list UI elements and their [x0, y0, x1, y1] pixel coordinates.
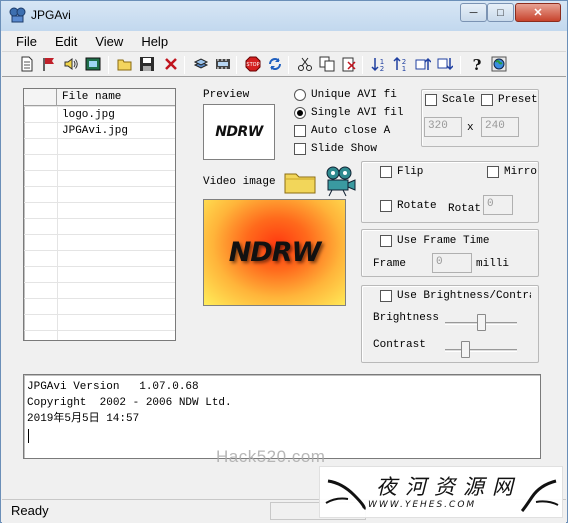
column-file-name[interactable]: File name [62, 91, 121, 103]
app-window: JPGAvi ─ □ ✕ File Edit View Help STOP 12… [0, 0, 568, 523]
preset-checkbox[interactable]: Preset [481, 94, 538, 106]
scale-width-input[interactable]: 320 [424, 117, 462, 137]
site-logo-badge: 夜河资源网 WWW.YEHES.COM [319, 466, 563, 518]
preview-logo-text: NDRW [215, 124, 263, 140]
save-icon[interactable] [138, 55, 156, 73]
video-image-preview: NDRW [203, 199, 346, 306]
scale-x-label: x [467, 122, 474, 134]
scale-height-input[interactable]: 240 [481, 117, 519, 137]
menu-view[interactable]: View [86, 34, 132, 49]
open-icon[interactable] [116, 55, 134, 73]
menu-edit[interactable]: Edit [46, 34, 86, 49]
projector-icon[interactable] [323, 165, 357, 197]
film-icon[interactable] [84, 55, 102, 73]
site-name: 夜河资源网 [376, 475, 521, 499]
log-line: JPGAvi Version 1.07.0.68 [27, 381, 199, 393]
video-logo-text: NDRW [228, 237, 322, 268]
new-icon[interactable] [18, 55, 36, 73]
use-brightness-checkbox[interactable]: Use Brightness/Contra [380, 290, 531, 302]
delete-icon[interactable] [162, 55, 180, 73]
stop-icon[interactable]: STOP [244, 55, 262, 73]
svg-text:STOP: STOP [246, 62, 259, 68]
list-item[interactable]: JPGAvi.jpg [62, 125, 128, 137]
single-avi-radio[interactable]: Single AVI fil [294, 107, 403, 119]
slide-show-checkbox[interactable]: Slide Show [294, 143, 377, 155]
video-image-label: Video image [203, 176, 276, 188]
brightness-label: Brightness [373, 312, 440, 324]
frame-unit-label: milli [476, 258, 510, 270]
sort-desc-icon[interactable]: 21 [392, 55, 410, 73]
folder-icon[interactable] [283, 167, 317, 195]
speaker-icon[interactable] [62, 55, 80, 73]
maximize-button[interactable]: □ [487, 3, 514, 22]
brush-swirl-icon [325, 479, 366, 511]
mirror-checkbox[interactable]: Mirro [487, 166, 537, 178]
svg-text:2: 2 [380, 65, 384, 72]
site-url: WWW.YEHES.COM [368, 500, 477, 510]
flip-checkbox[interactable]: Flip [380, 166, 423, 178]
unique-avi-radio[interactable]: Unique AVI file [294, 89, 397, 101]
contrast-slider[interactable] [445, 349, 517, 352]
move-down-icon[interactable] [436, 55, 454, 73]
menu-help[interactable]: Help [132, 34, 177, 49]
frame-time-input[interactable]: 0 [432, 253, 472, 273]
watermark-text: Hack520.com [216, 447, 326, 466]
contrast-label: Contrast [373, 339, 426, 351]
rotate-angle-label: Rotat [448, 203, 482, 215]
svg-text:1: 1 [402, 65, 406, 72]
status-text: Ready [11, 503, 49, 518]
toolbar: STOP 12 21 ? [2, 51, 566, 77]
window-title: JPGAvi [31, 8, 71, 22]
copy-icon[interactable] [318, 55, 336, 73]
use-frame-time-checkbox[interactable]: Use Frame Time [380, 235, 489, 247]
scale-checkbox[interactable]: Scale [425, 94, 475, 106]
paste-icon[interactable] [340, 55, 358, 73]
minimize-button[interactable]: ─ [460, 3, 487, 22]
close-button[interactable]: ✕ [515, 3, 561, 22]
rotate-checkbox[interactable]: Rotate [380, 200, 437, 212]
help-icon[interactable]: ? [468, 55, 486, 73]
menu-file[interactable]: File [2, 34, 46, 49]
preview-label: Preview [203, 89, 250, 101]
refresh-icon[interactable] [266, 55, 284, 73]
auto-close-checkbox[interactable]: Auto close A [294, 125, 390, 137]
preview-thumbnail: NDRW [203, 104, 275, 160]
close-icon: ✕ [533, 7, 543, 19]
brightness-slider-thumb[interactable] [476, 314, 486, 331]
minimize-icon: ─ [469, 6, 478, 19]
file-list-header: File name [24, 89, 175, 106]
filmstrip-icon[interactable] [214, 55, 232, 73]
list-item[interactable]: logo.jpg [62, 109, 115, 121]
svg-text:?: ? [473, 56, 482, 72]
log-line: Copyright 2002 - 2006 NDW Ltd. [27, 397, 232, 409]
flag-icon[interactable] [40, 55, 58, 73]
frame-label: Frame [373, 258, 407, 270]
cut-icon[interactable] [296, 55, 314, 73]
stack-icon[interactable] [192, 55, 210, 73]
rotate-angle-input[interactable]: 0 [483, 195, 513, 215]
brush-swirl-icon [520, 479, 559, 513]
log-line: 2019年5月5日 14:57 [27, 413, 140, 425]
move-up-icon[interactable] [414, 55, 432, 73]
app-icon [9, 6, 27, 24]
maximize-icon: □ [497, 6, 504, 19]
contrast-slider-thumb[interactable] [460, 341, 470, 358]
title-bar[interactable]: JPGAvi ─ □ ✕ [1, 1, 567, 31]
text-caret [28, 429, 29, 443]
menu-bar: File Edit View Help [2, 31, 566, 51]
sort-asc-icon[interactable]: 12 [370, 55, 388, 73]
globe-icon[interactable] [490, 55, 508, 73]
file-list[interactable]: File name logo.jpg JPGAvi.jpg [23, 88, 176, 341]
